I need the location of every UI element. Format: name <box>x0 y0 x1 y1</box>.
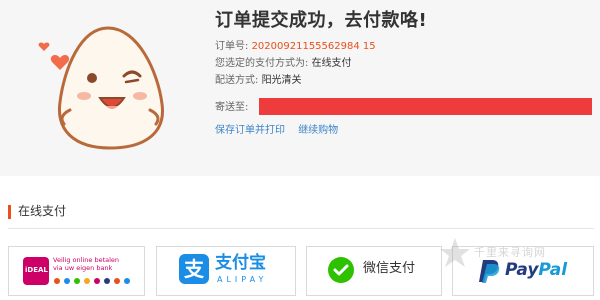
payment-option-wechat[interactable]: 微信支付 <box>306 246 442 296</box>
payment-method-row: 您选定的支付方式为: 在线支付 <box>215 57 352 70</box>
online-payment-header: 在线支付 <box>8 193 594 229</box>
alipay-name-en: ALIPAY <box>217 275 268 284</box>
paypal-name: PayPal <box>505 260 567 280</box>
payment-option-ideal[interactable]: iDEAL Veilig online betalen via uw eigen… <box>8 246 145 296</box>
order-number-value: 20200921155562984 15 <box>251 41 376 52</box>
alipay-logo-icon: 支 <box>179 254 209 284</box>
continue-shopping-link[interactable]: 继续购物 <box>298 125 338 136</box>
address-label: 寄送至: <box>215 102 249 113</box>
delivery-method-value: 阳光清关 <box>261 75 302 86</box>
payment-method-value: 在线支付 <box>311 58 352 69</box>
address-redacted-bar <box>259 98 592 115</box>
online-payment-title: 在线支付 <box>18 204 67 218</box>
order-success-panel: 订单提交成功，去付款咯! 订单号: 20200921155562984 15 您… <box>0 0 600 176</box>
order-number-row: 订单号: 20200921155562984 15 <box>215 40 376 53</box>
payment-option-paypal[interactable]: PayPal <box>452 246 594 296</box>
payment-method-label: 您选定的支付方式为: <box>215 58 309 69</box>
order-actions: 保存订单并打印 继续购物 <box>215 124 348 137</box>
payment-option-alipay[interactable]: 支 支付宝 ALIPAY <box>156 246 296 296</box>
ideal-tagline-line2: via uw eigen bank <box>53 264 113 272</box>
page-title: 订单提交成功，去付款咯! <box>215 10 428 31</box>
order-number-label: 订单号: <box>215 41 249 52</box>
section-accent-bar <box>8 205 11 219</box>
wechat-pay-name: 微信支付 <box>363 261 416 276</box>
wechat-pay-icon <box>328 257 354 283</box>
mascot-rice-ball-icon <box>38 26 164 150</box>
order-success-page: 订单提交成功，去付款咯! 订单号: 20200921155562984 15 您… <box>0 0 600 300</box>
paypal-name-pal: Pal <box>538 260 568 280</box>
paypal-logo-icon <box>479 260 500 283</box>
save-print-order-link[interactable]: 保存订单并打印 <box>215 125 285 136</box>
ideal-logo-icon: iDEAL <box>23 257 49 285</box>
delivery-method-label: 配送方式: <box>215 75 259 86</box>
ideal-tagline: Veilig online betalen via uw eigen bank <box>53 256 119 272</box>
alipay-name: 支付宝 <box>215 253 266 273</box>
paypal-name-pay: Pay <box>505 260 539 280</box>
ideal-logo-text: iDEAL <box>25 266 48 274</box>
ideal-tagline-line1: Veilig online betalen <box>53 256 120 264</box>
delivery-method-row: 配送方式: 阳光清关 <box>215 74 302 87</box>
ideal-bank-logos-icon <box>54 278 130 284</box>
